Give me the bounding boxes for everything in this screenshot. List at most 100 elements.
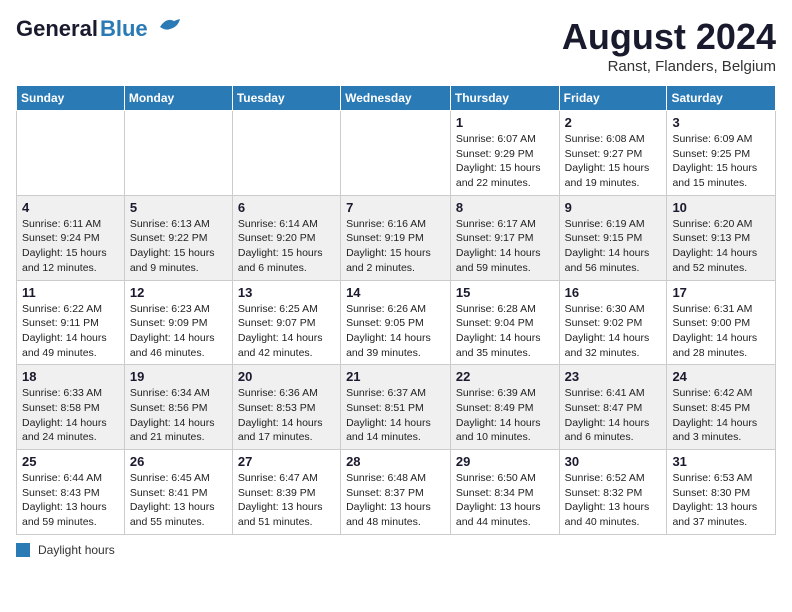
calendar-cell: 26 Sunrise: 6:45 AM Sunset: 8:41 PM Dayli… (124, 450, 232, 535)
calendar-cell: 15 Sunrise: 6:28 AM Sunset: 9:04 PM Dayli… (450, 280, 559, 365)
calendar-cell: 24Sunrise: 6:42 AM Sunset: 8:45 PM Dayli… (667, 365, 776, 450)
day-info: Sunrise: 6:48 AM Sunset: 8:37 PM Dayligh… (346, 471, 445, 530)
day-number: 10 (672, 200, 770, 215)
day-number: 25 (22, 454, 119, 469)
day-info: Sunrise: 6:25 AM Sunset: 9:07 PM Dayligh… (238, 302, 335, 361)
day-number: 19 (130, 369, 227, 384)
day-info: Sunrise: 6:17 AM Sunset: 9:17 PM Dayligh… (456, 217, 554, 276)
calendar-week-row: 11 Sunrise: 6:22 AM Sunset: 9:11 PM Dayli… (17, 280, 776, 365)
calendar-cell: 11 Sunrise: 6:22 AM Sunset: 9:11 PM Dayli… (17, 280, 125, 365)
day-number: 3 (672, 115, 770, 130)
day-info: Sunrise: 6:19 AM Sunset: 9:15 PM Dayligh… (565, 217, 662, 276)
day-number: 14 (346, 285, 445, 300)
day-info: Sunrise: 6:39 AM Sunset: 8:49 PM Dayligh… (456, 386, 554, 445)
day-number: 26 (130, 454, 227, 469)
calendar-week-row: 4Sunrise: 6:11 AM Sunset: 9:24 PM Daylig… (17, 195, 776, 280)
calendar-cell: 30Sunrise: 6:52 AM Sunset: 8:32 PM Dayli… (559, 450, 667, 535)
calendar-week-row: 1 Sunrise: 6:07 AM Sunset: 9:29 PM Daylig… (17, 111, 776, 196)
day-info: Sunrise: 6:28 AM Sunset: 9:04 PM Dayligh… (456, 302, 554, 361)
day-info: Sunrise: 6:42 AM Sunset: 8:45 PM Dayligh… (672, 386, 770, 445)
day-number: 31 (672, 454, 770, 469)
title-block: August 2024 Ranst, Flanders, Belgium (562, 16, 776, 75)
calendar-cell (341, 111, 451, 196)
calendar-cell: 22Sunrise: 6:39 AM Sunset: 8:49 PM Dayli… (450, 365, 559, 450)
day-info: Sunrise: 6:31 AM Sunset: 9:00 PM Dayligh… (672, 302, 770, 361)
page-header: General Blue August 2024 Ranst, Flanders… (16, 16, 776, 75)
calendar-week-row: 18 Sunrise: 6:33 AM Sunset: 8:58 PM Dayli… (17, 365, 776, 450)
calendar-cell (232, 111, 340, 196)
calendar-cell: 9Sunrise: 6:19 AM Sunset: 9:15 PM Daylig… (559, 195, 667, 280)
day-number: 23 (565, 369, 662, 384)
calendar-cell: 31Sunrise: 6:53 AM Sunset: 8:30 PM Dayli… (667, 450, 776, 535)
day-number: 13 (238, 285, 335, 300)
calendar-cell: 8 Sunrise: 6:17 AM Sunset: 9:17 PM Daylig… (450, 195, 559, 280)
calendar-cell (124, 111, 232, 196)
calendar-cell: 27 Sunrise: 6:47 AM Sunset: 8:39 PM Dayli… (232, 450, 340, 535)
calendar-cell: 16 Sunrise: 6:30 AM Sunset: 9:02 PM Dayli… (559, 280, 667, 365)
calendar-cell: 7Sunrise: 6:16 AM Sunset: 9:19 PM Daylig… (341, 195, 451, 280)
weekday-header: Friday (559, 86, 667, 111)
day-number: 12 (130, 285, 227, 300)
calendar-cell: 12 Sunrise: 6:23 AM Sunset: 9:09 PM Dayli… (124, 280, 232, 365)
day-number: 15 (456, 285, 554, 300)
day-info: Sunrise: 6:52 AM Sunset: 8:32 PM Dayligh… (565, 471, 662, 530)
weekday-header: Monday (124, 86, 232, 111)
day-number: 8 (456, 200, 554, 215)
day-info: Sunrise: 6:47 AM Sunset: 8:39 PM Dayligh… (238, 471, 335, 530)
calendar-cell: 5Sunrise: 6:13 AM Sunset: 9:22 PM Daylig… (124, 195, 232, 280)
day-number: 6 (238, 200, 335, 215)
day-info: Sunrise: 6:33 AM Sunset: 8:58 PM Dayligh… (22, 386, 119, 445)
legend: Daylight hours (16, 543, 776, 557)
day-info: Sunrise: 6:34 AM Sunset: 8:56 PM Dayligh… (130, 386, 227, 445)
day-info: Sunrise: 6:13 AM Sunset: 9:22 PM Dayligh… (130, 217, 227, 276)
calendar-cell: 20Sunrise: 6:36 AM Sunset: 8:53 PM Dayli… (232, 365, 340, 450)
day-number: 29 (456, 454, 554, 469)
calendar-cell: 10 Sunrise: 6:20 AM Sunset: 9:13 PM Dayli… (667, 195, 776, 280)
logo-general: General (16, 16, 98, 42)
calendar-cell: 21 Sunrise: 6:37 AM Sunset: 8:51 PM Dayli… (341, 365, 451, 450)
day-number: 27 (238, 454, 335, 469)
day-info: Sunrise: 6:45 AM Sunset: 8:41 PM Dayligh… (130, 471, 227, 530)
day-number: 18 (22, 369, 119, 384)
day-number: 17 (672, 285, 770, 300)
day-number: 28 (346, 454, 445, 469)
day-info: Sunrise: 6:08 AM Sunset: 9:27 PM Dayligh… (565, 132, 662, 191)
day-number: 11 (22, 285, 119, 300)
day-number: 21 (346, 369, 445, 384)
day-info: Sunrise: 6:09 AM Sunset: 9:25 PM Dayligh… (672, 132, 770, 191)
day-number: 7 (346, 200, 445, 215)
calendar-cell: 29 Sunrise: 6:50 AM Sunset: 8:34 PM Dayli… (450, 450, 559, 535)
calendar-cell: 23Sunrise: 6:41 AM Sunset: 8:47 PM Dayli… (559, 365, 667, 450)
weekday-header: Thursday (450, 86, 559, 111)
legend-color-box (16, 543, 30, 557)
day-info: Sunrise: 6:23 AM Sunset: 9:09 PM Dayligh… (130, 302, 227, 361)
day-info: Sunrise: 6:44 AM Sunset: 8:43 PM Dayligh… (22, 471, 119, 530)
calendar-cell: 1 Sunrise: 6:07 AM Sunset: 9:29 PM Daylig… (450, 111, 559, 196)
logo: General Blue (16, 16, 182, 42)
day-info: Sunrise: 6:07 AM Sunset: 9:29 PM Dayligh… (456, 132, 554, 191)
day-number: 1 (456, 115, 554, 130)
calendar-cell (17, 111, 125, 196)
day-info: Sunrise: 6:20 AM Sunset: 9:13 PM Dayligh… (672, 217, 770, 276)
calendar-cell: 2Sunrise: 6:08 AM Sunset: 9:27 PM Daylig… (559, 111, 667, 196)
weekday-header: Tuesday (232, 86, 340, 111)
calendar-cell: 28 Sunrise: 6:48 AM Sunset: 8:37 PM Dayli… (341, 450, 451, 535)
calendar-cell: 18 Sunrise: 6:33 AM Sunset: 8:58 PM Dayli… (17, 365, 125, 450)
day-info: Sunrise: 6:50 AM Sunset: 8:34 PM Dayligh… (456, 471, 554, 530)
calendar-cell: 13 Sunrise: 6:25 AM Sunset: 9:07 PM Dayli… (232, 280, 340, 365)
calendar-table: SundayMondayTuesdayWednesdayThursdayFrid… (16, 85, 776, 535)
day-info: Sunrise: 6:14 AM Sunset: 9:20 PM Dayligh… (238, 217, 335, 276)
calendar-cell: 14Sunrise: 6:26 AM Sunset: 9:05 PM Dayli… (341, 280, 451, 365)
day-info: Sunrise: 6:22 AM Sunset: 9:11 PM Dayligh… (22, 302, 119, 361)
day-info: Sunrise: 6:11 AM Sunset: 9:24 PM Dayligh… (22, 217, 119, 276)
legend-label: Daylight hours (38, 543, 115, 557)
day-number: 20 (238, 369, 335, 384)
day-number: 16 (565, 285, 662, 300)
day-info: Sunrise: 6:30 AM Sunset: 9:02 PM Dayligh… (565, 302, 662, 361)
day-info: Sunrise: 6:37 AM Sunset: 8:51 PM Dayligh… (346, 386, 445, 445)
calendar-cell: 19 Sunrise: 6:34 AM Sunset: 8:56 PM Dayli… (124, 365, 232, 450)
logo-blue: Blue (100, 16, 148, 42)
month-year-title: August 2024 (562, 16, 776, 58)
location-subtitle: Ranst, Flanders, Belgium (562, 58, 776, 75)
calendar-cell: 6 Sunrise: 6:14 AM Sunset: 9:20 PM Daylig… (232, 195, 340, 280)
